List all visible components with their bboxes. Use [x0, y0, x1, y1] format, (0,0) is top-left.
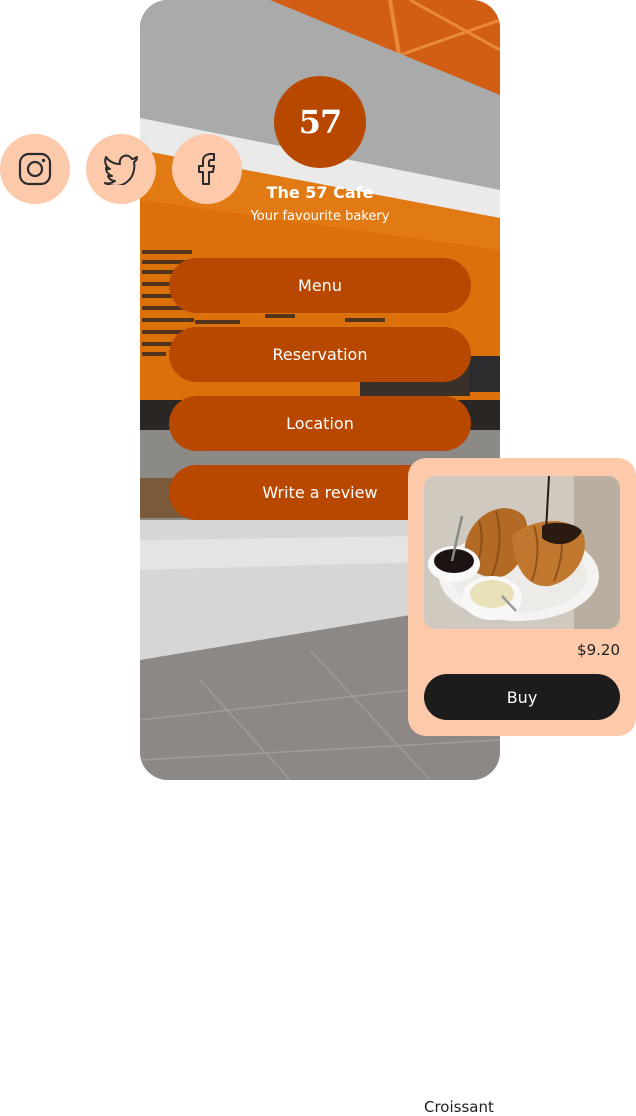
instagram-button[interactable] [0, 134, 70, 204]
cafe-logo: 57 [274, 76, 366, 168]
buy-button[interactable]: Buy [424, 674, 620, 720]
croissant-image [424, 476, 620, 629]
cafe-logo-text: 57 [298, 103, 343, 141]
menu-button[interactable]: Menu [169, 258, 471, 313]
facebook-button[interactable] [172, 134, 242, 204]
cafe-tagline: Your favourite bakery [250, 209, 390, 224]
reservation-button[interactable]: Reservation [169, 327, 471, 382]
instagram-icon [18, 152, 52, 186]
twitter-icon [104, 154, 138, 185]
twitter-button[interactable] [86, 134, 156, 204]
facebook-icon [198, 153, 215, 185]
location-button[interactable]: Location [169, 396, 471, 451]
product-card: Croissant $9.20 Buy [408, 458, 636, 1116]
product-price: $9.20 [577, 641, 620, 659]
product-name: Croissant [424, 1098, 494, 1116]
